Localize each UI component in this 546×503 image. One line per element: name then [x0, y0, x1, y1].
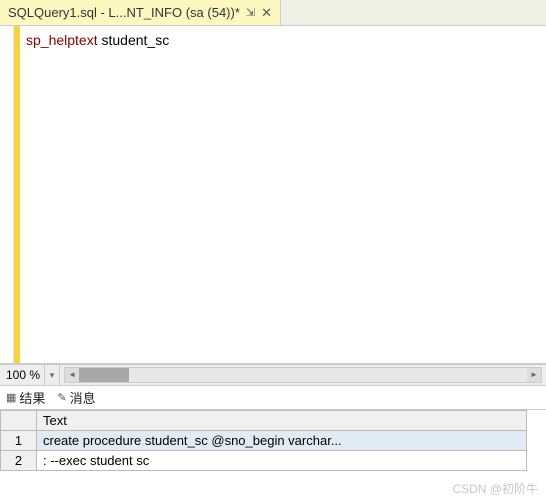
tab-results-label: 结果	[19, 388, 45, 407]
results-grid[interactable]: Text 1 create procedure student_sc @sno_…	[0, 410, 527, 471]
zoom-dropdown-icon[interactable]: ▾	[44, 365, 60, 385]
cell[interactable]: : --exec student sc	[37, 451, 527, 471]
close-icon[interactable]: ✕	[261, 5, 272, 21]
status-zoom-bar: 100 % ▾ ◄ ►	[0, 364, 546, 386]
horizontal-scrollbar[interactable]: ◄ ►	[64, 367, 542, 383]
editor-margin	[0, 26, 14, 363]
messages-icon: ✎	[57, 391, 66, 404]
table-row[interactable]: 2 : --exec student sc	[1, 451, 527, 471]
grid-corner	[1, 411, 37, 431]
sql-keyword: sp_helptext	[26, 32, 98, 48]
row-header[interactable]: 2	[1, 451, 37, 471]
pin-icon[interactable]: ⇲	[246, 6, 255, 19]
row-header[interactable]: 1	[1, 431, 37, 451]
tab-messages[interactable]: ✎ 消息	[57, 388, 95, 407]
editor-pane: sp_helptext student_sc	[0, 26, 546, 364]
tab-title: SQLQuery1.sql - L...NT_INFO (sa (54))*	[8, 5, 240, 20]
code-line: sp_helptext student_sc	[26, 30, 540, 50]
table-row[interactable]: 1 create procedure student_sc @sno_begin…	[1, 431, 527, 451]
sql-argument: student_sc	[98, 32, 170, 48]
tab-bar: SQLQuery1.sql - L...NT_INFO (sa (54))* ⇲…	[0, 0, 546, 26]
grid-icon: ▦	[6, 391, 16, 404]
scroll-thumb[interactable]	[79, 368, 129, 382]
zoom-level[interactable]: 100 %	[0, 368, 44, 382]
results-tab-bar: ▦ 结果 ✎ 消息	[0, 386, 546, 410]
results-grid-wrap: Text 1 create procedure student_sc @sno_…	[0, 410, 546, 503]
column-header[interactable]: Text	[37, 411, 527, 431]
cell[interactable]: create procedure student_sc @sno_begin v…	[37, 431, 527, 451]
file-tab[interactable]: SQLQuery1.sql - L...NT_INFO (sa (54))* ⇲…	[0, 0, 281, 25]
scroll-right-button[interactable]: ►	[527, 368, 541, 382]
tab-messages-label: 消息	[70, 388, 96, 407]
sql-editor[interactable]: sp_helptext student_sc	[20, 26, 546, 363]
scroll-left-button[interactable]: ◄	[65, 368, 79, 382]
tab-results[interactable]: ▦ 结果	[6, 388, 45, 407]
